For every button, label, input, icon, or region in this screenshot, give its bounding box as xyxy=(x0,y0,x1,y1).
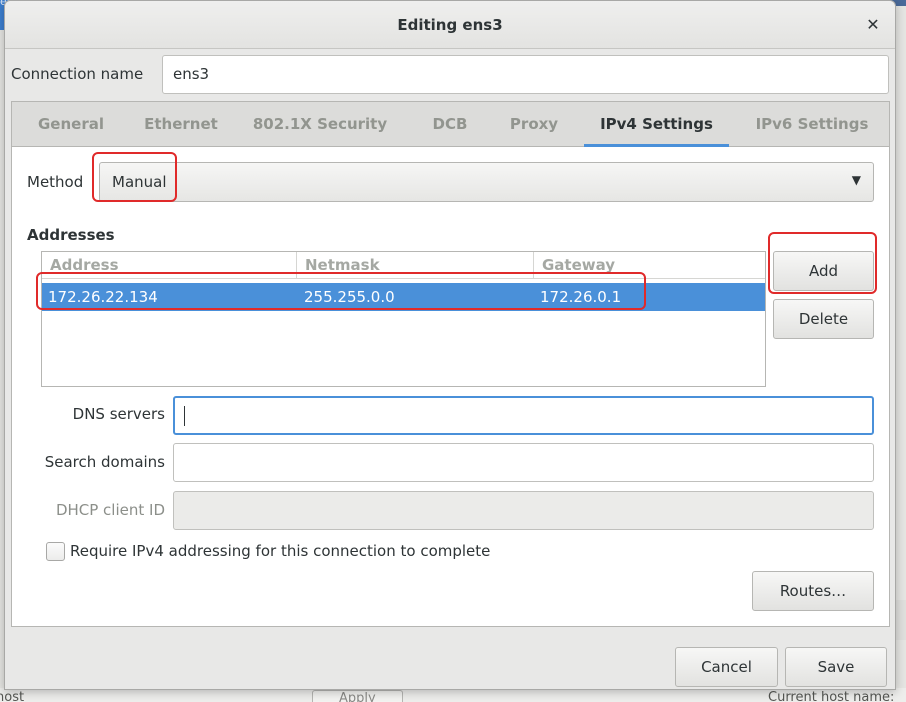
chevron-down-icon: ▼ xyxy=(851,173,861,187)
tab-dcb[interactable]: DCB xyxy=(414,102,486,147)
tab-8021x-security[interactable]: 802.1X Security xyxy=(240,102,400,147)
close-icon[interactable]: ✕ xyxy=(861,13,885,37)
tab-ipv6-settings[interactable]: IPv6 Settings xyxy=(740,102,884,147)
tab-ipv4-settings[interactable]: IPv4 Settings xyxy=(584,102,729,147)
addresses-heading: Addresses xyxy=(27,226,115,244)
editing-connection-dialog: Editing ens3 ✕ Connection name ens3 Gene… xyxy=(4,0,896,690)
dhcp-client-id-input[interactable] xyxy=(173,491,874,530)
search-domains-input[interactable] xyxy=(173,443,874,482)
dialog-titlebar: Editing ens3 ✕ xyxy=(5,1,895,49)
tab-general[interactable]: General xyxy=(20,102,122,147)
addresses-table[interactable]: Address Netmask Gateway 172.26.22.134 25… xyxy=(41,251,766,387)
background-apply-button[interactable]: Apply xyxy=(312,690,403,702)
method-dropdown[interactable]: Manual ▼ xyxy=(99,162,874,202)
dns-servers-input[interactable] xyxy=(173,396,874,435)
dns-servers-label: DNS servers xyxy=(72,405,165,423)
routes-button[interactable]: Routes… xyxy=(752,571,874,611)
text-caret xyxy=(184,406,185,426)
background-host-label: host xyxy=(0,690,25,702)
cell-netmask[interactable]: 255.255.0.0 xyxy=(304,283,395,311)
tab-ethernet[interactable]: Ethernet xyxy=(130,102,232,147)
method-selected-value: Manual xyxy=(112,173,167,191)
cancel-button[interactable]: Cancel xyxy=(675,647,778,687)
column-address[interactable]: Address xyxy=(42,252,297,279)
save-button[interactable]: Save xyxy=(785,647,887,687)
connection-name-label: Connection name xyxy=(11,65,144,83)
column-netmask[interactable]: Netmask xyxy=(297,252,534,279)
add-button[interactable]: Add xyxy=(773,251,874,291)
require-ipv4-label[interactable]: Require IPv4 addressing for this connect… xyxy=(70,542,490,560)
dialog-title: Editing ens3 xyxy=(397,16,503,34)
dhcp-client-id-label: DHCP client ID xyxy=(55,501,165,519)
table-row[interactable]: 172.26.22.134 255.255.0.0 172.26.0.1 xyxy=(42,283,765,311)
cell-gateway[interactable]: 172.26.0.1 xyxy=(540,283,621,311)
connection-name-input[interactable]: ens3 xyxy=(162,55,889,94)
column-gateway[interactable]: Gateway xyxy=(534,252,765,279)
tab-proxy[interactable]: Proxy xyxy=(494,102,574,147)
tab-bar: General Ethernet 802.1X Security DCB Pro… xyxy=(12,102,889,147)
method-label: Method xyxy=(27,173,84,191)
search-domains-label: Search domains xyxy=(44,453,165,471)
require-ipv4-checkbox[interactable] xyxy=(46,542,65,561)
addresses-table-header: Address Netmask Gateway xyxy=(42,252,765,279)
background-current-host-label: Current host name: xyxy=(768,690,895,702)
cell-address[interactable]: 172.26.22.134 xyxy=(48,283,158,311)
background-window-bottom: host Apply Current host name: xyxy=(0,688,906,702)
delete-button[interactable]: Delete xyxy=(773,299,874,339)
settings-notebook: General Ethernet 802.1X Security DCB Pro… xyxy=(11,101,890,627)
